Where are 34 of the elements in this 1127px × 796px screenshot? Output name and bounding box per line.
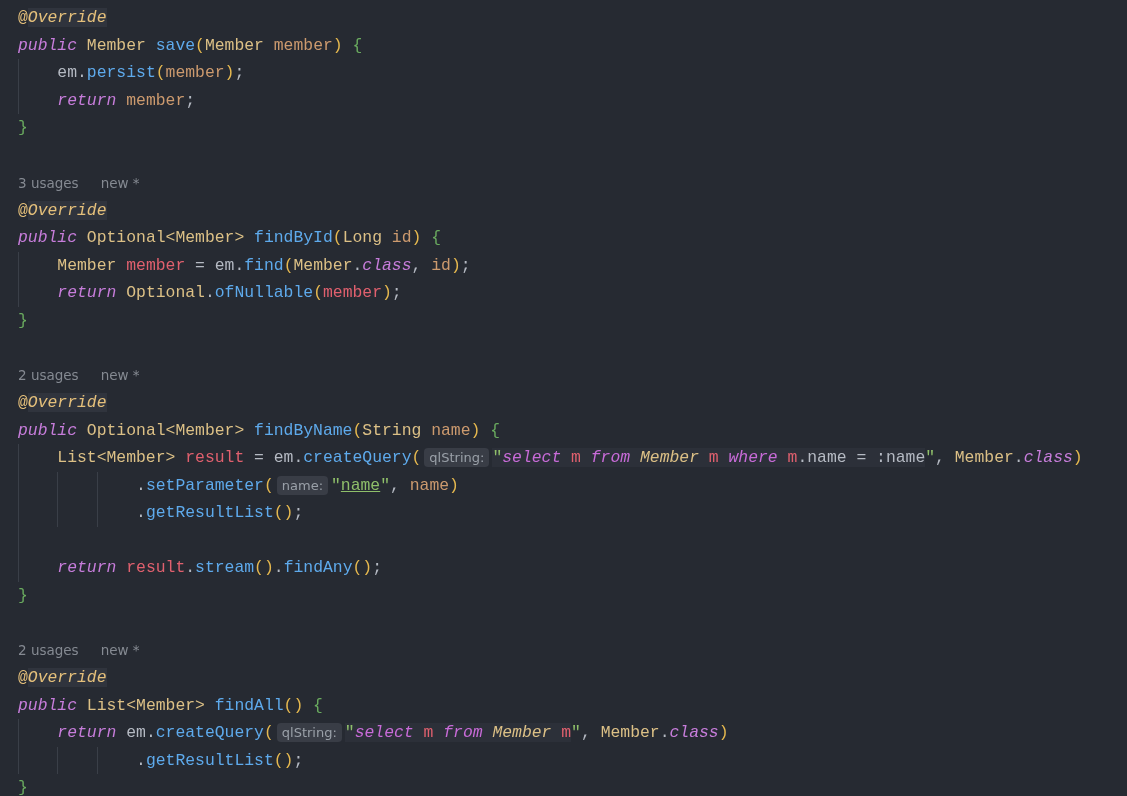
parameter-hint: name:	[276, 475, 328, 495]
code-text: @Override	[18, 200, 107, 220]
author-hint: new *	[100, 642, 140, 659]
code-text: return result.stream().findAny();	[57, 558, 383, 578]
code-text: public Member save(Member member) {	[18, 35, 363, 55]
parameter-hint: qlString:	[424, 448, 490, 468]
code-text: .getResultList();	[136, 750, 304, 770]
code-text: "select m from Member m", Member.class)	[344, 723, 729, 743]
code-text: em.persist(member);	[57, 63, 245, 83]
code-text: }	[18, 310, 28, 330]
code-text: }	[18, 118, 28, 138]
code-text: return member;	[57, 90, 196, 110]
code-text: }	[18, 585, 28, 605]
author-hint: new *	[100, 367, 140, 384]
author-hint: new *	[100, 174, 140, 191]
code-text: .setParameter(	[136, 475, 274, 495]
code-text: @Override	[18, 393, 107, 413]
parameter-hint: qlString:	[276, 723, 342, 743]
code-text: public List<Member> findAll() {	[18, 695, 323, 715]
usages-link[interactable]: 2 usages	[18, 642, 79, 659]
code-text: @Override	[18, 8, 107, 28]
code-text: return Optional.ofNullable(member);	[57, 283, 402, 303]
code-text: }	[18, 778, 28, 796]
code-text: public Optional<Member> findById(Long id) {	[18, 228, 442, 248]
usages-link[interactable]: 2 usages	[18, 367, 79, 384]
code-text: "name", name)	[331, 475, 459, 495]
code-text: return em.createQuery(	[57, 723, 274, 743]
code-text: List<Member> result = em.createQuery(	[57, 448, 422, 468]
code-text: "select m from Member m where m.name = :name", Member.class)	[492, 448, 1083, 468]
code-text: Member member = em.find(Member.class, id);	[57, 255, 471, 275]
code-text: public Optional<Member> findByName(String name) {	[18, 420, 501, 440]
code-text: .getResultList();	[136, 503, 304, 523]
usages-link[interactable]: 3 usages	[18, 174, 79, 191]
code-text: @Override	[18, 668, 107, 688]
